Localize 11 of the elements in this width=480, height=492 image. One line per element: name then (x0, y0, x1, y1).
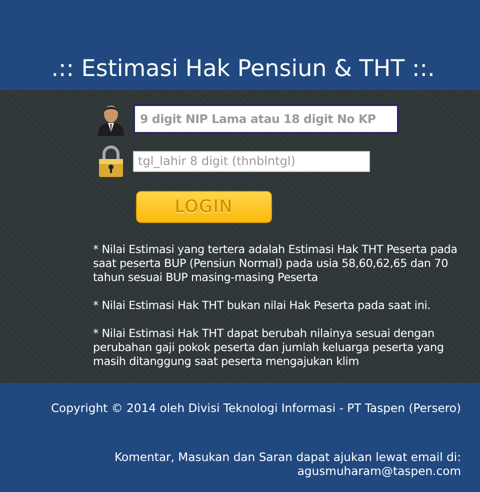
username-field[interactable]: 9 digit NIP Lama atau 18 digit No KP (133, 104, 399, 134)
page-title: .:: Estimasi Hak Pensiun & THT ::. (51, 56, 435, 82)
password-field[interactable]: tgl_lahir 8 digit (thnblntgl) (133, 150, 370, 172)
login-button[interactable]: LOGIN (136, 191, 272, 223)
copyright-text: Copyright © 2014 oleh Divisi Teknologi Informasi - PT Taspen (Persero) (50, 401, 461, 415)
note-text: * Nilai Estimasi yang tertera adalah Estimasi Hak THT Peserta pada saat peserta BUP (Pensiun Normal) pada usia 58,60,62,65 dan 70 tahun sesuai BUP masing-masing Peserta (93, 243, 458, 285)
padlock-icon (98, 145, 124, 177)
contact-text: Komentar, Masukan dan Saran dapat ajukan lewat email di: (114, 450, 461, 464)
note-text: * Nilai Estimasi Hak THT dapat berubah nilainya sesuai dengan perubahan gaji pokok peserta dan jumlah keluarga peserta yang masih ditanggung saat peserta mengajukan klim (93, 327, 445, 369)
email-text: agusmuharam@taspen.com (297, 464, 461, 478)
note-text: * Nilai Estimasi Hak THT bukan nilai Hak Peserta pada saat ini. (93, 299, 432, 313)
